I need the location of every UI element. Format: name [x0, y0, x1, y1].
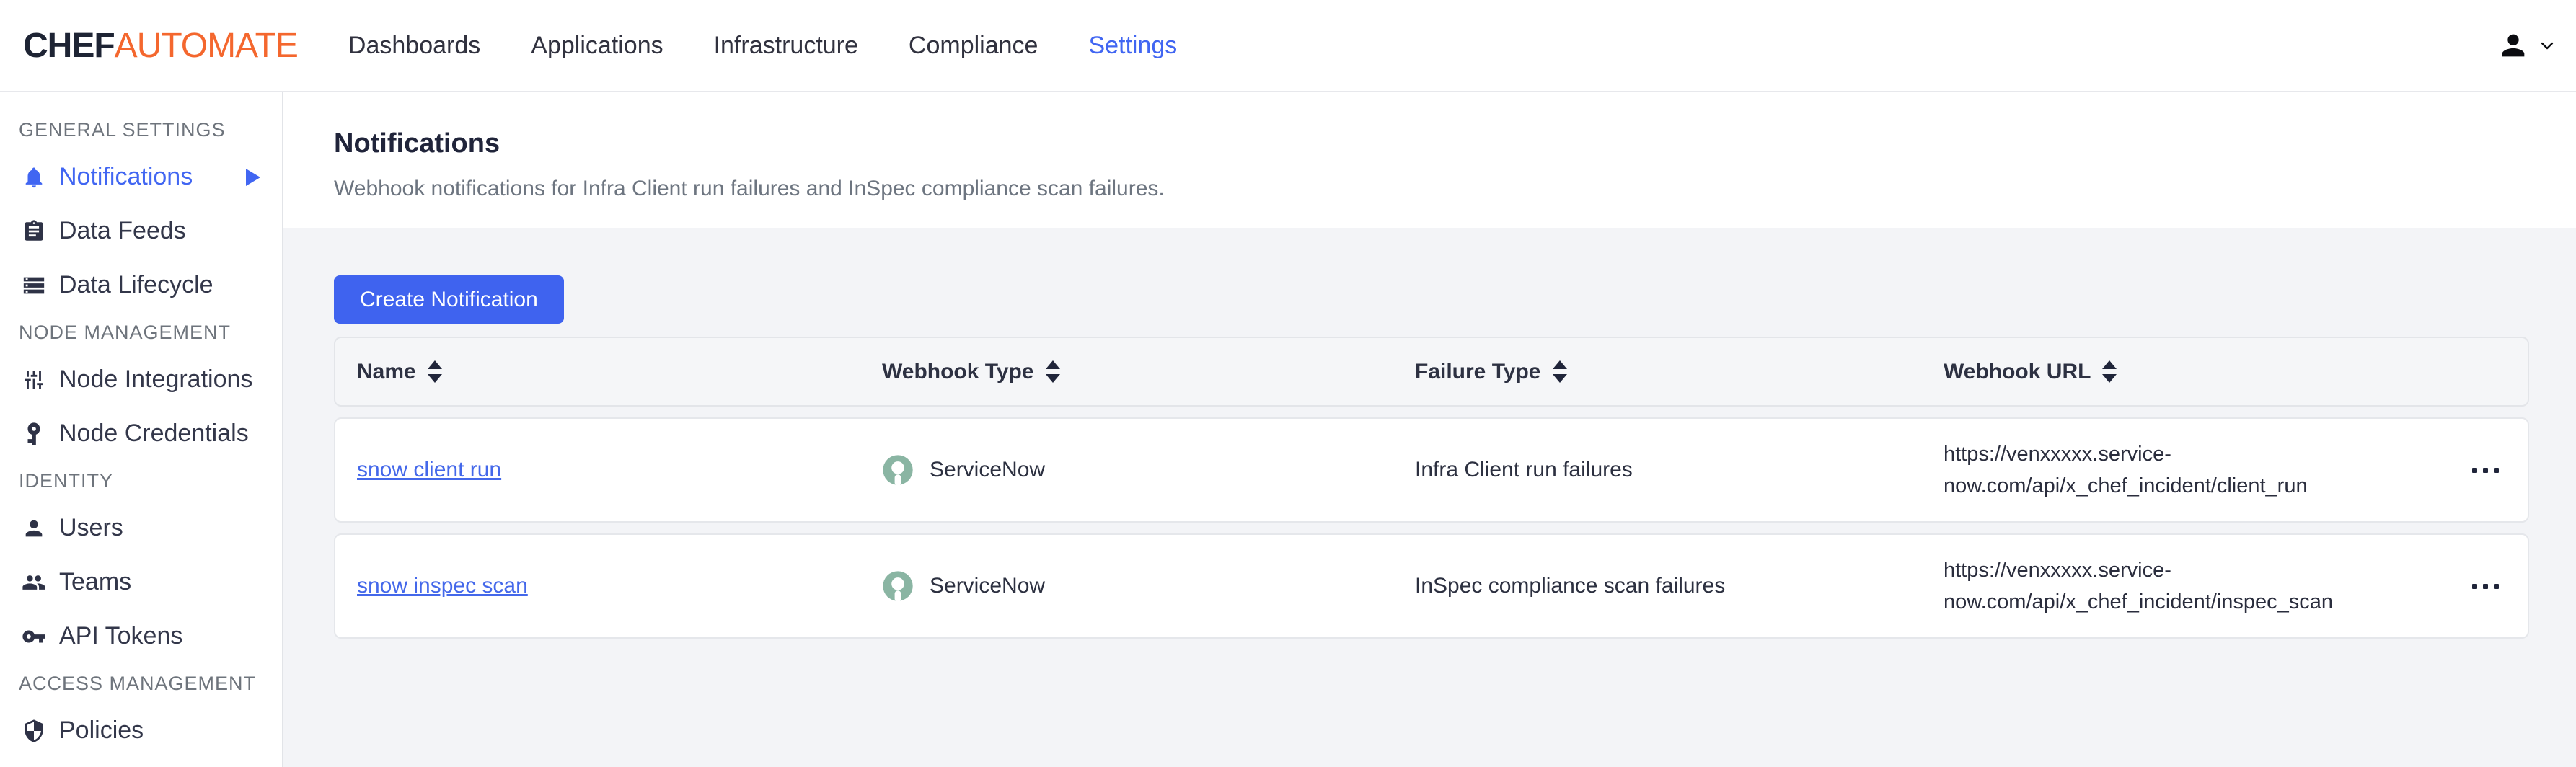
- sidebar-item-label: Teams: [59, 568, 131, 596]
- sidebar-item-node-integrations[interactable]: Node Integrations: [0, 353, 282, 407]
- page-title: Notifications: [334, 128, 2576, 159]
- failure-type-cell: Infra Client run failures: [1415, 458, 1944, 482]
- sidebar-item-data-lifecycle[interactable]: Data Lifecycle: [0, 258, 282, 312]
- user-menu[interactable]: [2497, 29, 2556, 62]
- failure-type-cell: InSpec compliance scan failures: [1415, 574, 1944, 598]
- page-description: Webhook notifications for Infra Client r…: [334, 177, 2576, 201]
- sidebar-item-users[interactable]: Users: [0, 501, 282, 555]
- ellipsis-menu-icon[interactable]: [2472, 461, 2499, 480]
- servicenow-logo-icon: [882, 570, 914, 602]
- logo-automate-text: AUTOMATE: [115, 26, 298, 66]
- table-row: snow inspec scan ServiceNow InSpec compl…: [334, 533, 2529, 639]
- main-content: Notifications Webhook notifications for …: [283, 92, 2576, 767]
- storage-icon: [20, 272, 48, 299]
- page-header: Notifications Webhook notifications for …: [283, 92, 2576, 228]
- sidebar-section-node-management: NODE MANAGEMENT: [0, 312, 282, 353]
- sort-icon[interactable]: [1046, 360, 1060, 383]
- top-nav-bar: CHEFAUTOMATE Dashboards Applications Inf…: [0, 0, 2576, 92]
- sidebar-item-api-tokens[interactable]: API Tokens: [0, 609, 282, 663]
- sidebar-item-node-credentials[interactable]: Node Credentials: [0, 407, 282, 461]
- nav-item-infrastructure[interactable]: Infrastructure: [714, 32, 858, 60]
- clipboard-icon: [20, 218, 48, 245]
- shield-icon: [20, 717, 48, 745]
- sidebar-item-label: Users: [59, 514, 123, 542]
- page-content: Create Notification Name Webhook Type Fa…: [283, 228, 2576, 767]
- nav-item-settings[interactable]: Settings: [1088, 32, 1177, 60]
- sidebar-section-access-management: ACCESS MANAGEMENT: [0, 663, 282, 704]
- column-header-webhook-type[interactable]: Webhook Type: [882, 360, 1415, 384]
- create-notification-button[interactable]: Create Notification: [334, 275, 564, 324]
- sidebar-item-policies[interactable]: Policies: [0, 704, 282, 758]
- sidebar-item-label: Data Feeds: [59, 217, 186, 245]
- sidebar-item-label: Notifications: [59, 163, 193, 191]
- nav-item-compliance[interactable]: Compliance: [909, 32, 1038, 60]
- column-header-name[interactable]: Name: [357, 360, 882, 384]
- notification-name-cell: snow inspec scan: [357, 574, 882, 598]
- bell-icon: [20, 164, 48, 191]
- notification-name-cell: snow client run: [357, 458, 882, 482]
- sidebar-item-label: Policies: [59, 717, 144, 745]
- sidebar-item-teams[interactable]: Teams: [0, 555, 282, 609]
- users-icon: [20, 569, 48, 596]
- table-header-row: Name Webhook Type Failure Type Webh: [334, 337, 2529, 407]
- key-icon: [20, 623, 48, 650]
- nav-item-applications[interactable]: Applications: [531, 32, 663, 60]
- webhook-type-cell: ServiceNow: [882, 454, 1415, 486]
- primary-nav: Dashboards Applications Infrastructure C…: [348, 32, 1177, 60]
- chevron-down-icon: [2538, 37, 2556, 54]
- webhook-url-cell: https://venxxxxx.service-now.com/api/x_c…: [1944, 438, 2376, 502]
- person-icon: [2497, 29, 2530, 62]
- servicenow-logo-icon: [882, 454, 914, 486]
- table-row: snow client run ServiceNow Infra Client …: [334, 417, 2529, 523]
- sidebar-item-label: API Tokens: [59, 622, 182, 650]
- ellipsis-menu-icon[interactable]: [2472, 577, 2499, 596]
- sidebar-item-data-feeds[interactable]: Data Feeds: [0, 204, 282, 258]
- active-item-arrow-icon: [246, 169, 260, 186]
- sort-icon[interactable]: [1553, 360, 1567, 383]
- column-header-webhook-url[interactable]: Webhook URL: [1944, 360, 2463, 384]
- sidebar-section-general-settings: GENERAL SETTINGS: [0, 110, 282, 150]
- chef-automate-app: CHEFAUTOMATE Dashboards Applications Inf…: [0, 0, 2576, 767]
- sort-icon[interactable]: [428, 360, 442, 383]
- sidebar-item-label: Data Lifecycle: [59, 271, 213, 299]
- sidebar-item-notifications[interactable]: Notifications: [0, 150, 282, 204]
- chef-automate-logo[interactable]: CHEFAUTOMATE: [23, 26, 298, 66]
- sidebar-item-label: Node Integrations: [59, 365, 252, 394]
- webhook-url-cell: https://venxxxxx.service-now.com/api/x_c…: [1944, 554, 2376, 618]
- key-vertical-icon: [20, 420, 48, 448]
- settings-sidebar: GENERAL SETTINGS Notifications Data Feed…: [0, 92, 283, 767]
- notification-name-link[interactable]: snow inspec scan: [357, 574, 528, 598]
- sort-icon[interactable]: [2102, 360, 2117, 383]
- sidebar-section-identity: IDENTITY: [0, 461, 282, 501]
- column-header-failure-type[interactable]: Failure Type: [1415, 360, 1944, 384]
- webhook-type-cell: ServiceNow: [882, 570, 1415, 602]
- sliders-icon: [20, 366, 48, 394]
- notifications-table: Name Webhook Type Failure Type Webh: [334, 337, 2529, 639]
- user-icon: [20, 515, 48, 542]
- sidebar-item-label: Node Credentials: [59, 420, 249, 448]
- notification-name-link[interactable]: snow client run: [357, 458, 501, 482]
- logo-chef-text: CHEF: [23, 26, 115, 66]
- nav-item-dashboards[interactable]: Dashboards: [348, 32, 480, 60]
